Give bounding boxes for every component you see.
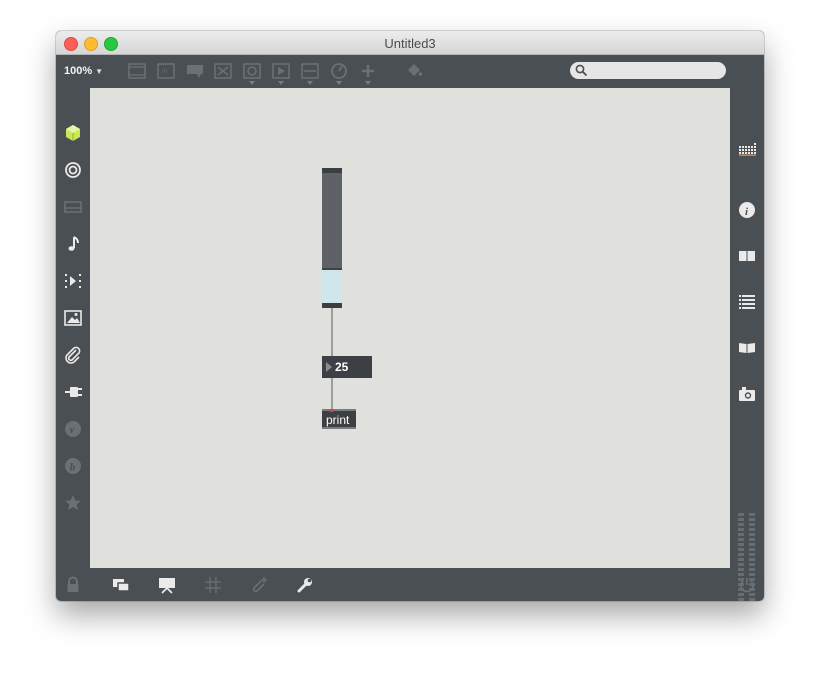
number-box-object[interactable]: 25 — [322, 356, 372, 378]
chevron-down-icon: ▼ — [95, 67, 104, 76]
add-menu-chevron-icon[interactable] — [365, 81, 371, 85]
snapshot-camera-icon[interactable] — [737, 384, 757, 404]
media-icon[interactable] — [63, 197, 83, 217]
packages-icon[interactable] — [63, 123, 83, 143]
add-icon[interactable] — [358, 61, 378, 81]
power-icon[interactable] — [737, 575, 757, 595]
windows-icon[interactable] — [111, 575, 131, 595]
zoom-level: 100% — [64, 65, 93, 77]
print-object-label: print — [326, 413, 350, 427]
search-input[interactable] — [592, 63, 724, 80]
message-object-icon[interactable]: m — [156, 61, 176, 81]
mixer-grid-icon[interactable] — [737, 138, 757, 158]
info-icon[interactable]: i — [737, 200, 757, 220]
play-icon[interactable] — [271, 61, 291, 81]
dial-icon[interactable] — [329, 61, 349, 81]
grid-icon[interactable] — [203, 575, 223, 595]
patcher-window: Untitled3 100% ▼ m v b 25 print i — [56, 31, 764, 601]
favorites-star-icon[interactable] — [63, 493, 83, 513]
play-menu-chevron-icon[interactable] — [278, 81, 284, 85]
zoom-menu[interactable]: 100% ▼ — [64, 65, 103, 77]
right-sidebar: i — [730, 88, 764, 601]
presentation-mode-icon[interactable] — [157, 575, 177, 595]
slider-menu-chevron-icon[interactable] — [307, 81, 313, 85]
button-icon[interactable] — [242, 61, 262, 81]
help-book-icon[interactable] — [737, 338, 757, 358]
dial-menu-chevron-icon[interactable] — [336, 81, 342, 85]
target-icon[interactable] — [63, 160, 83, 180]
button-menu-chevron-icon[interactable] — [249, 81, 255, 85]
paperclip-icon[interactable] — [63, 345, 83, 365]
patch-cord[interactable] — [331, 378, 333, 409]
patch-cord[interactable] — [331, 308, 333, 356]
search-box[interactable] — [570, 62, 726, 80]
beap-icon[interactable]: b — [63, 456, 83, 476]
toggle-icon[interactable] — [213, 61, 233, 81]
slider-object[interactable] — [322, 168, 342, 308]
window-title: Untitled3 — [384, 36, 436, 51]
slider-knob[interactable] — [322, 268, 342, 270]
search-icon — [575, 64, 588, 77]
number-box-arrow-icon — [326, 362, 332, 372]
object-inlet[interactable] — [329, 409, 334, 412]
comment-icon[interactable] — [185, 61, 205, 81]
number-box-value: 25 — [335, 360, 349, 374]
paint-bucket-icon[interactable] — [404, 61, 424, 81]
svg-text:v: v — [70, 425, 75, 436]
plug-icon[interactable] — [63, 382, 83, 402]
list-icon[interactable] — [737, 292, 757, 312]
title-bar[interactable]: Untitled3 — [56, 31, 764, 55]
music-note-icon[interactable] — [63, 234, 83, 254]
slider-icon[interactable] — [300, 61, 320, 81]
vizzie-icon[interactable]: v — [63, 419, 83, 439]
wrench-icon[interactable] — [295, 575, 315, 595]
svg-text:m: m — [162, 69, 167, 75]
slider-fill — [322, 270, 342, 303]
presentation-object-icon[interactable] — [127, 61, 147, 81]
add-patch-icon[interactable] — [249, 575, 269, 595]
slider-top-cap — [322, 168, 342, 173]
reference-book-icon[interactable] — [737, 246, 757, 266]
left-sidebar: v b — [56, 88, 90, 568]
svg-text:b: b — [70, 462, 76, 474]
top-toolbar: 100% ▼ m — [56, 55, 764, 88]
patcher-canvas[interactable]: 25 print — [90, 88, 730, 568]
bottom-toolbar — [56, 568, 764, 601]
lock-icon[interactable] — [63, 575, 83, 595]
print-object[interactable]: print — [322, 409, 356, 429]
image-icon[interactable] — [63, 308, 83, 328]
sequencer-icon[interactable] — [63, 271, 83, 291]
